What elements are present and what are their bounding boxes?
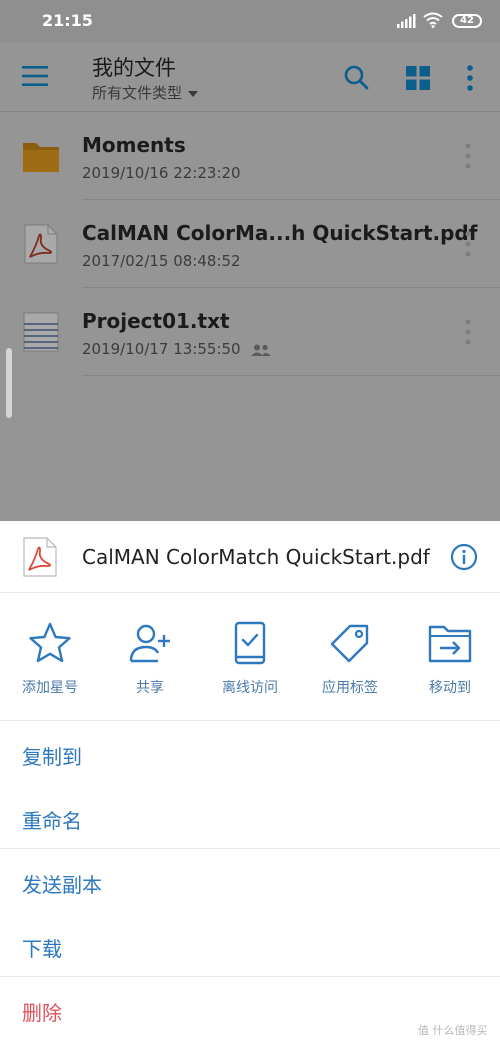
add-person-icon <box>129 624 170 663</box>
copy-to-label: 复制到 <box>22 745 82 769</box>
more-vert-icon[interactable] <box>464 142 472 170</box>
file-name: CalMAN ColorMa...h QuickStart.pdf <box>82 221 478 245</box>
more-vert-icon[interactable] <box>464 230 472 258</box>
share-button[interactable]: 共享 <box>100 593 200 721</box>
more-vert-icon[interactable] <box>466 64 474 92</box>
file-name: Moments <box>82 133 186 157</box>
apply-tag-label: 应用标签 <box>322 680 378 696</box>
add-star-label: 添加星号 <box>22 680 78 696</box>
add-star-button[interactable]: 添加星号 <box>0 593 100 721</box>
move-folder-icon <box>428 625 472 663</box>
copy-to-item[interactable]: 复制到 <box>0 721 500 785</box>
download-label: 下载 <box>22 937 62 961</box>
search-icon[interactable] <box>343 64 369 90</box>
wifi-icon <box>423 12 443 28</box>
file-list: Moments 2019/10/16 22:23:20 CalMAN Color… <box>0 112 500 521</box>
status-time: 21:15 <box>42 11 93 30</box>
file-date: 2019/10/17 13:55:50 <box>82 340 271 358</box>
battery-icon: 42 <box>452 14 482 28</box>
file-date: 2017/02/15 08:48:52 <box>82 252 241 270</box>
file-date-text: 2019/10/17 13:55:50 <box>82 340 241 358</box>
divider <box>82 375 500 376</box>
status-bar: 21:15 42 <box>0 0 500 42</box>
bottom-sheet: CalMAN ColorMatch QuickStart.pdf 添加星号 共享 <box>0 521 500 1041</box>
shared-people-icon <box>250 344 271 356</box>
offline-access-label: 离线访问 <box>222 680 278 696</box>
move-to-button[interactable]: 移动到 <box>400 593 500 721</box>
more-vert-icon[interactable] <box>464 318 472 346</box>
sheet-header: CalMAN ColorMatch QuickStart.pdf <box>0 521 500 593</box>
file-row[interactable]: Project01.txt 2019/10/17 13:55:50 <box>0 288 500 376</box>
page-title: 我的文件 <box>92 56 176 80</box>
grid-view-icon[interactable] <box>406 66 430 90</box>
sheet-file-name: CalMAN ColorMatch QuickStart.pdf <box>82 545 430 569</box>
offline-device-icon <box>234 621 266 665</box>
delete-label: 删除 <box>22 1001 62 1025</box>
apply-tag-button[interactable]: 应用标签 <box>300 593 400 721</box>
file-type-filter-label: 所有文件类型 <box>92 84 183 102</box>
offline-access-button[interactable]: 离线访问 <box>200 593 300 721</box>
send-copy-item[interactable]: 发送副本 <box>0 849 500 913</box>
pdf-icon <box>23 537 57 577</box>
file-type-filter[interactable]: 所有文件类型 <box>92 82 199 103</box>
file-row[interactable]: Moments 2019/10/16 22:23:20 <box>0 112 500 200</box>
move-to-label: 移动到 <box>429 680 471 696</box>
star-icon <box>29 622 71 663</box>
text-file-icon <box>23 312 59 352</box>
menu-icon[interactable] <box>22 66 48 86</box>
info-icon[interactable] <box>450 543 478 571</box>
scrollbar-thumb[interactable] <box>6 348 12 418</box>
rename-item[interactable]: 重命名 <box>0 785 500 849</box>
tag-icon <box>330 624 369 663</box>
file-date-text: 2017/02/15 08:48:52 <box>82 252 241 270</box>
download-item[interactable]: 下载 <box>0 913 500 977</box>
app-bar: 我的文件 所有文件类型 <box>0 42 500 112</box>
send-copy-label: 发送副本 <box>22 873 102 897</box>
rename-label: 重命名 <box>22 809 82 833</box>
folder-icon <box>23 143 59 172</box>
signal-icon <box>397 14 416 28</box>
pdf-icon <box>24 224 58 264</box>
chevron-down-icon <box>188 90 199 97</box>
file-row[interactable]: CalMAN ColorMa...h QuickStart.pdf 2017/0… <box>0 200 500 288</box>
file-date-text: 2019/10/16 22:23:20 <box>82 164 241 182</box>
file-name: Project01.txt <box>82 309 230 333</box>
share-label: 共享 <box>136 680 164 696</box>
watermark: 值 什么值得买 <box>418 1024 488 1037</box>
file-date: 2019/10/16 22:23:20 <box>82 164 241 182</box>
quick-actions: 添加星号 共享 离线访问 应用标签 移动到 <box>0 593 500 721</box>
